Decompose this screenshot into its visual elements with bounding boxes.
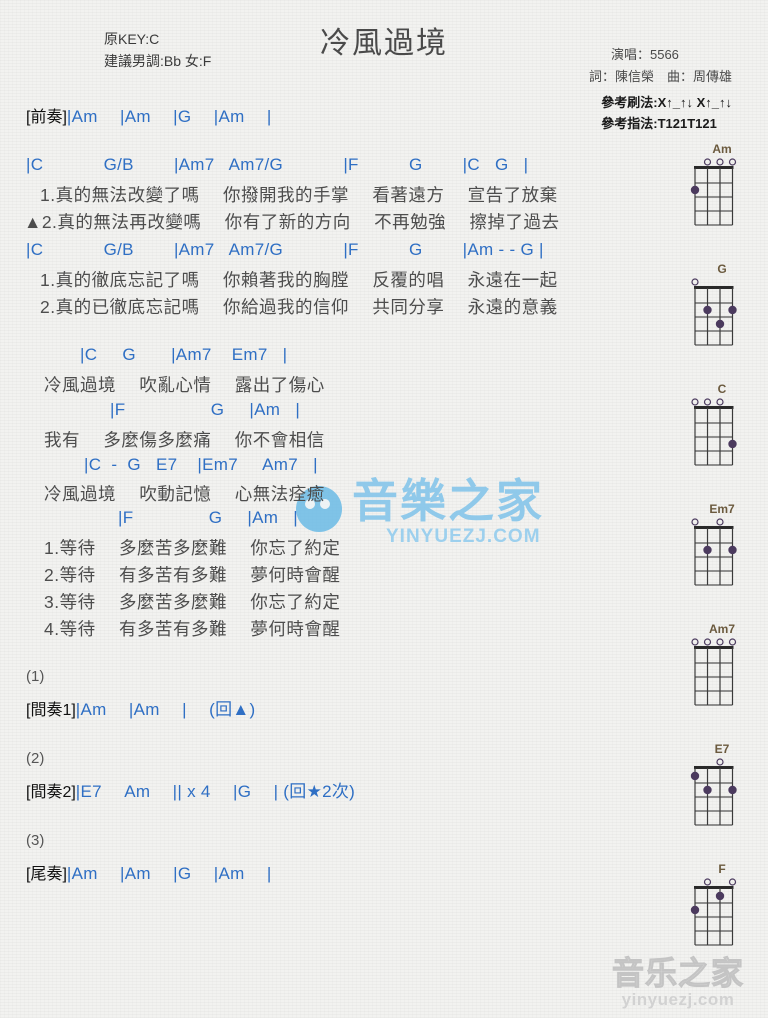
verse2-chordline: |C G/B |Am7 Am7/G |F G |Am - - G | (26, 240, 544, 259)
chorus-line3-lyric: 冷風過境 吹動記憶 心無法痊癒 (44, 484, 325, 504)
chord-diagram-grid (690, 878, 737, 946)
chorus-line4-lyric-3: 3.等待 多麼苦多麼難 你忘了約定 (44, 592, 341, 612)
verse2-lyric-1: 1.真的徹底忘記了嗎 你賴著我的胸膛 反覆的唱 永遠在一起 (40, 270, 558, 290)
verse1-lyric-1: 1.真的無法改變了嗎 你撥開我的手掌 看著遠方 宣告了放棄 (40, 185, 558, 205)
intro-label: [前奏] (26, 109, 67, 126)
credits-block: 演唱：5566 詞：陳信榮 曲：周傳雄 (589, 44, 732, 88)
intro-row: [前奏]|Am |Am |G |Am | (26, 102, 272, 127)
interlude2-chords: |E7 Am || x 4 |G | (回★2次) (75, 782, 356, 801)
finger-reference: 參考指法:T121T121 (601, 116, 717, 131)
chorus-line4-lyric-1: 1.等待 多麼苦多麼難 你忘了約定 (44, 538, 341, 558)
chorus-line3-chords: |C - G E7 |Em7 Am7 | (84, 455, 318, 474)
chord-diagram-grid (691, 398, 737, 466)
chord-diagram-e7: E7 (682, 742, 762, 846)
strum-reference: 參考刷法:X↑_↑↓ X↑_↑↓ (601, 95, 732, 110)
chord-diagram-am: Am (682, 142, 762, 246)
interlude1-number: (1) (26, 668, 45, 685)
chord-diagram-name: Am7 (708, 622, 735, 636)
chord-diagram-name: Am (712, 142, 732, 156)
chord-diagram-name: G (717, 262, 727, 276)
interlude2-label: [間奏2] (26, 784, 76, 801)
chord-sheet: 原KEY:C 建議男調:Bb 女:F 冷風過境 演唱：5566 詞：陳信榮 曲：… (0, 0, 768, 1018)
chord-diagram-grid (691, 518, 737, 586)
reference-block: 參考刷法:X↑_↑↓ X↑_↑↓ 參考指法:T121T121 (601, 92, 732, 134)
chord-diagram-c: C (682, 382, 762, 486)
interlude2-row: [間奏2]|E7 Am || x 4 |G | (回★2次) (26, 777, 355, 802)
chord-diagram-am7: Am7 (682, 622, 762, 726)
interlude1-row: [間奏1]|Am |Am | (回▲) (26, 695, 255, 720)
chorus-line2-chords: |F G |Am | (110, 400, 301, 419)
verse1-chordline: |C G/B |Am7 Am7/G |F G |C G | (26, 155, 529, 174)
chorus-line4-chords: |F G |Am | (118, 508, 298, 527)
outro-row: [尾奏]|Am |Am |G |Am | (26, 859, 272, 884)
chord-diagram-grid (691, 638, 737, 706)
chorus-line2-lyric: 我有 多麼傷多麼痛 你不會相信 (44, 430, 325, 450)
outro-number: (3) (26, 832, 45, 849)
credits-line: 詞：陳信榮 曲：周傳雄 (588, 69, 732, 84)
chord-diagram-f: F (682, 862, 762, 966)
interlude2-number: (2) (26, 750, 45, 767)
chord-diagram-name: F (718, 862, 726, 876)
singer-line: 演唱：5566 (610, 47, 679, 62)
intro-chords: |Am |Am |G |Am | (66, 107, 272, 126)
chord-diagram-name: C (717, 382, 727, 396)
chord-diagram-grid (690, 158, 737, 226)
chord-diagram-name: Em7 (709, 502, 735, 516)
chord-diagram-name: E7 (714, 742, 730, 756)
interlude1-chords: |Am |Am | (回▲) (75, 700, 256, 719)
chord-diagram-g: G (682, 262, 762, 366)
chorus-line4-lyric-4: 4.等待 有多苦有多難 夢何時會醒 (44, 619, 341, 639)
outro-chords: |Am |Am |G |Am | (66, 864, 272, 883)
chord-diagram-panel: Am G C Em7 Am7 E7 F (682, 142, 762, 982)
verse1-lyric-2: ▲2.真的無法再改變嗎 你有了新的方向 不再勉強 擦掉了過去 (24, 212, 560, 232)
chord-diagram-grid (691, 278, 737, 346)
interlude1-label: [間奏1] (26, 702, 76, 719)
outro-label: [尾奏] (26, 866, 67, 883)
chorus-line1-chords: |C G |Am7 Em7 | (80, 345, 288, 364)
chord-diagram-em7: Em7 (682, 502, 762, 606)
verse2-lyric-2: 2.真的已徹底忘記嗎 你給過我的信仰 共同分享 永遠的意義 (40, 297, 558, 317)
chorus-line4-lyric-2: 2.等待 有多苦有多難 夢何時會醒 (44, 565, 341, 585)
chord-diagram-grid (690, 758, 737, 826)
chorus-line1-lyric: 冷風過境 吹亂心情 露出了傷心 (44, 375, 325, 395)
